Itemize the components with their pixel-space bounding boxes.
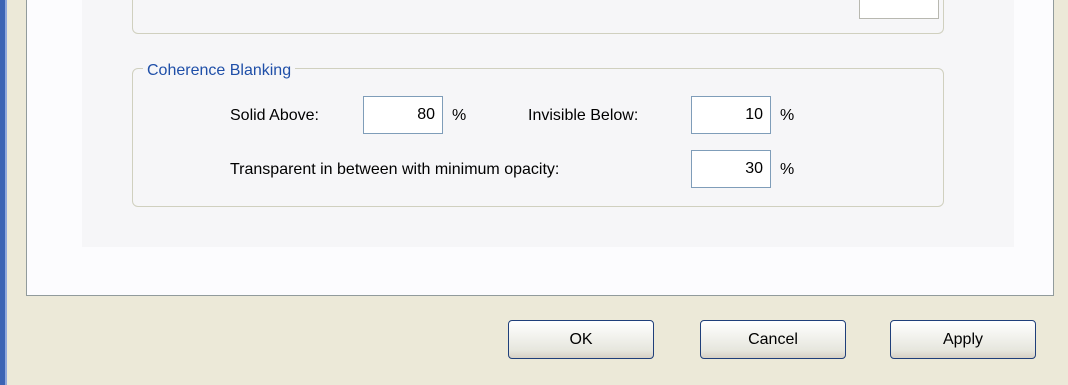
- apply-button[interactable]: Apply: [890, 320, 1036, 359]
- invisible-below-input[interactable]: 10: [691, 96, 771, 134]
- solid-above-unit: %: [452, 107, 467, 124]
- min-opacity-label: Transparent in between with minimum opac…: [230, 161, 560, 178]
- invisible-below-unit: %: [780, 107, 795, 124]
- solid-above-label: Solid Above:: [230, 107, 319, 124]
- coherence-blanking-group: [132, 68, 944, 207]
- min-opacity-unit: %: [780, 161, 795, 178]
- coherence-blanking-title: Coherence Blanking: [143, 61, 296, 81]
- window-left-border-highlight: [5, 0, 7, 385]
- invisible-below-label: Invisible Below:: [528, 107, 639, 124]
- min-opacity-input[interactable]: 30: [691, 150, 771, 188]
- cancel-button[interactable]: Cancel: [700, 320, 846, 359]
- cut-off-input[interactable]: [859, 0, 939, 19]
- previous-group-box: [132, 0, 944, 34]
- ok-button[interactable]: OK: [508, 320, 654, 359]
- solid-above-input[interactable]: 80: [363, 96, 443, 134]
